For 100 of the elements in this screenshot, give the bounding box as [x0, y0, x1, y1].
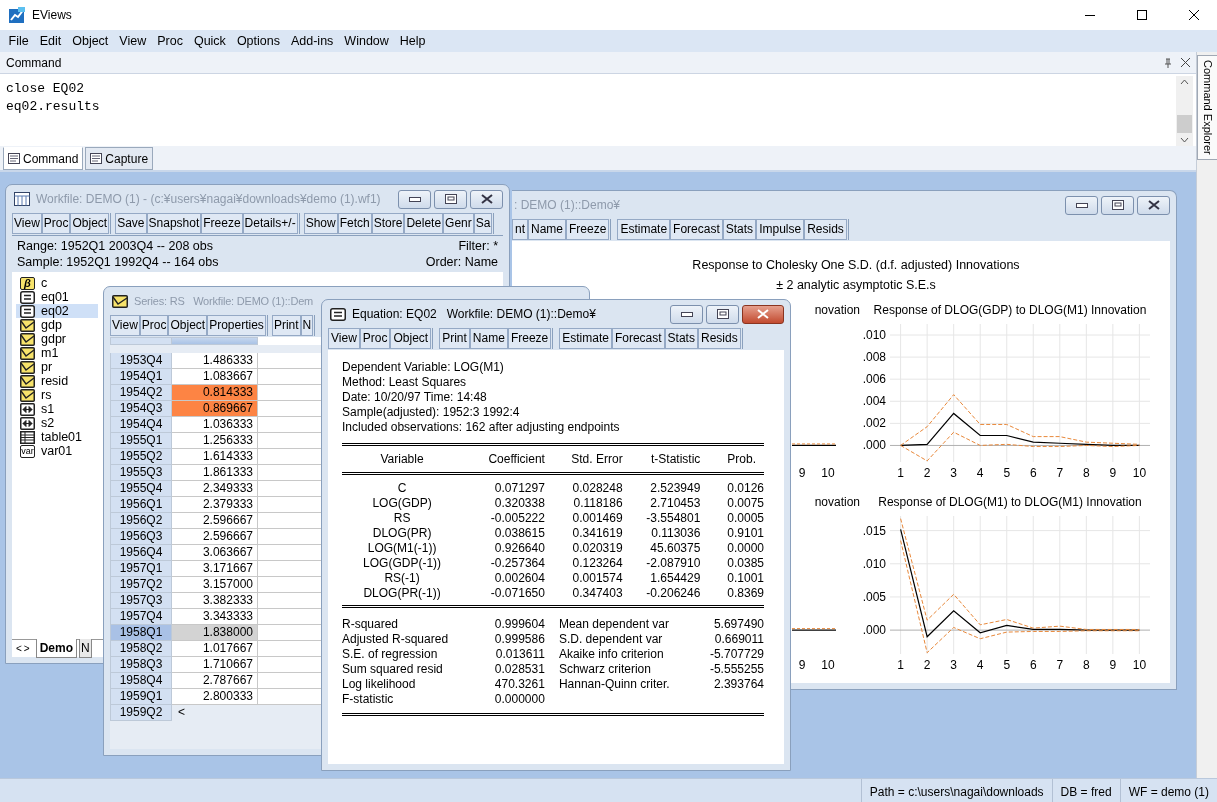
- window-title: : DEMO (1)::Demo¥: [514, 197, 622, 214]
- tick-label: 7: [1056, 466, 1064, 480]
- tick-label: 9: [1109, 658, 1117, 672]
- stat-label: Log likelihood: [342, 676, 416, 691]
- var-icon: var: [20, 444, 35, 458]
- coefficient-icon: β: [20, 276, 35, 290]
- table-cell: -2.087910: [646, 555, 701, 570]
- stat-value: -5.707729: [709, 646, 764, 661]
- table-cell: -0.206246: [646, 585, 701, 600]
- table-cell: 3.343333: [172, 609, 258, 625]
- table-cell: 0.0385: [727, 555, 764, 570]
- table-cell: 0.0005: [727, 510, 764, 525]
- table-cell: 0.347403: [572, 585, 623, 600]
- window-title: Series: RS Workfile: DEMO (1)::Dem: [134, 293, 315, 309]
- tick-label: 8: [1083, 658, 1090, 672]
- table-cell: 45.60375: [650, 540, 701, 555]
- table-cell: 2.379333: [172, 497, 258, 513]
- table-cell: 3.157000: [172, 577, 258, 593]
- tick-label: 10: [821, 466, 835, 480]
- output-line: Method: Least Squares: [342, 375, 467, 390]
- tick-label: 9: [798, 658, 806, 672]
- table-cell: 0.001469: [572, 510, 623, 525]
- stat-label: F-statistic: [342, 691, 394, 706]
- table-cell: 1.017667: [172, 641, 258, 657]
- tick-label: .004: [862, 394, 886, 409]
- table-cell: 3.063667: [172, 545, 258, 561]
- table-cell: LOG(M1(-1)): [367, 540, 437, 555]
- tick-label: .006: [862, 372, 886, 387]
- table-cell: 1.083667: [172, 369, 258, 385]
- tick-label: 8: [1083, 466, 1090, 480]
- stat-label: S.E. of regression: [342, 646, 438, 661]
- stat-label: Akaike info criterion: [558, 646, 664, 661]
- table-cell: 0.071297: [494, 480, 545, 495]
- table-cell: 1.486333: [172, 353, 258, 369]
- pane-title: Command: [6, 54, 63, 72]
- stat-value: 5.697490: [713, 616, 764, 631]
- stat-label: Sum squared resid: [342, 661, 443, 676]
- table-cell: 0.002604: [494, 570, 545, 585]
- stat-label: Adjusted R-squared: [342, 631, 449, 646]
- stat-value: 0.999604: [494, 616, 545, 631]
- table-cell: -0.257364: [490, 555, 545, 570]
- tick-label: .015: [862, 523, 886, 538]
- output-line: Date: 10/20/97 Time: 14:48: [342, 390, 487, 405]
- chart-title: Response of DLOG(GDP) to DLOG(M1) Innovation: [873, 303, 1147, 318]
- stat-label: Schwarz criterion: [558, 661, 651, 676]
- stat-label: Hannan-Quinn criter.: [558, 676, 670, 691]
- table-cell: 0.0126: [727, 480, 764, 495]
- output-line: Included observations: 162 after adjusting endpoints: [342, 420, 620, 435]
- table-cell: 1.256333: [172, 433, 258, 449]
- output-line: Dependent Variable: LOG(M1): [342, 360, 504, 375]
- table-cell: 1.654429: [650, 570, 701, 585]
- chart-heading: ± 2 analytic asymptotic S.E.s: [775, 277, 937, 294]
- table-cell: 1.614333: [172, 449, 258, 465]
- table-cell: 2.523949: [650, 480, 701, 495]
- table-cell: RS: [393, 510, 411, 525]
- table-cell: 1.036333: [172, 417, 258, 433]
- table-cell: 0.118186: [573, 495, 623, 510]
- tick-label: 6: [1029, 658, 1037, 672]
- command-line: eq02.results: [6, 98, 101, 116]
- table-cell: 0.814333: [172, 385, 258, 401]
- table-cell: 3.382333: [172, 593, 258, 609]
- tick-label: 5: [1003, 466, 1011, 480]
- window-title: Equation: EQ02 Workfile: DEMO (1)::Demo¥: [352, 306, 597, 323]
- table-cell: RS(-1): [384, 570, 420, 585]
- table-cell: 0.1001: [727, 570, 764, 585]
- tick-label: .010: [862, 556, 886, 571]
- column-header: Prob.: [727, 452, 756, 467]
- table-cell: 0.113036: [651, 525, 701, 540]
- table-cell: 0.9101: [727, 525, 764, 540]
- sample-text: Sample: 1952Q1 1992Q4 -- 164 obs: [17, 254, 219, 270]
- tick-label: 4: [976, 658, 984, 672]
- table-cell: DLOG(PR(-1)): [363, 585, 441, 600]
- table-cell: 0.038615: [494, 525, 545, 540]
- table-cell: -0.071650: [490, 585, 545, 600]
- tick-label: .008: [862, 350, 886, 365]
- stat-value: 0.669011: [714, 631, 764, 646]
- table-cell: 0.926640: [494, 540, 545, 555]
- table-cell: -0.005222: [490, 510, 545, 525]
- stat-value: 470.3261: [494, 676, 545, 691]
- tick-label: 9: [798, 466, 806, 480]
- filter-text: Filter: *: [457, 238, 498, 254]
- table-cell: 2.596667: [172, 529, 258, 545]
- table-cell: 2.596667: [172, 513, 258, 529]
- stat-value: -5.555255: [709, 661, 764, 676]
- table-cell: DLOG(PR): [372, 525, 432, 540]
- stat-value: 0.013611: [495, 646, 545, 661]
- column-header: Coefficient: [488, 452, 545, 467]
- range-text: Range: 1952Q1 2003Q4 -- 208 obs: [17, 238, 214, 254]
- stat-value: 2.393764: [713, 676, 764, 691]
- stat-value: 0.028531: [494, 661, 545, 676]
- command-line: close EQ02: [6, 80, 85, 98]
- tick-label: .005: [862, 589, 886, 604]
- tick-label: 4: [976, 466, 984, 480]
- chart-title: Response of DLOG(M1) to DLOG(M1) Innovation: [878, 495, 1142, 510]
- table-cell: LOG(GDP(-1)): [363, 555, 442, 570]
- status-field: Path = c:\users\nagai\downloads: [860, 779, 1052, 802]
- window-title: EViews: [32, 7, 72, 24]
- stat-label: R-squared: [342, 616, 399, 631]
- tick-label: .002: [862, 416, 886, 431]
- column-header: Std. Error: [571, 452, 623, 467]
